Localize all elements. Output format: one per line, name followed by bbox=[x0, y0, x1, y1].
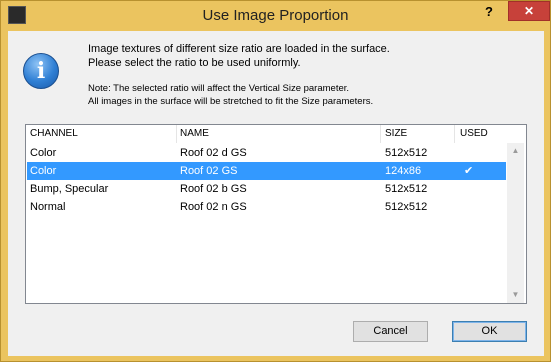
cell-channel: Normal bbox=[30, 201, 66, 213]
cell-size: 512x512 bbox=[385, 201, 428, 213]
window-title: Use Image Proportion bbox=[202, 7, 349, 24]
cell-name: Roof 02 d GS bbox=[180, 147, 247, 159]
cell-channel: Color bbox=[30, 165, 57, 177]
message-line-1: Image textures of different size ratio a… bbox=[88, 43, 390, 55]
cell-name: Roof 02 b GS bbox=[180, 183, 247, 195]
column-divider[interactable] bbox=[380, 125, 381, 143]
column-header-used[interactable]: USED bbox=[460, 125, 488, 143]
cell-name: Roof 02 GS bbox=[180, 165, 238, 177]
scroll-up-icon[interactable]: ▲ bbox=[507, 143, 524, 159]
table-row[interactable]: Normal Roof 02 n GS 512x512 bbox=[27, 198, 506, 216]
note-line-1: Note: The selected ratio will affect the… bbox=[88, 83, 350, 94]
close-button[interactable]: ✕ bbox=[508, 1, 550, 21]
table-row[interactable]: Bump, Specular Roof 02 b GS 512x512 bbox=[27, 180, 506, 198]
table-row[interactable]: Color Roof 02 d GS 512x512 bbox=[27, 144, 506, 162]
cell-channel: Bump, Specular bbox=[30, 183, 109, 195]
title-bar[interactable]: Use Image Proportion ? ✕ bbox=[1, 1, 550, 31]
dialog-window: Use Image Proportion ? ✕ i Image texture… bbox=[0, 0, 551, 362]
cancel-button[interactable]: Cancel bbox=[353, 321, 428, 342]
info-icon: i bbox=[23, 53, 59, 89]
column-header-channel[interactable]: CHANNEL bbox=[30, 125, 78, 143]
cell-size: 512x512 bbox=[385, 147, 428, 159]
cell-size: 512x512 bbox=[385, 183, 428, 195]
ok-button[interactable]: OK bbox=[452, 321, 527, 342]
column-divider[interactable] bbox=[454, 125, 455, 143]
table-row-selected[interactable]: Color Roof 02 GS 124x86 ✔ bbox=[27, 162, 506, 180]
column-divider[interactable] bbox=[176, 125, 177, 143]
column-header-size[interactable]: SIZE bbox=[385, 125, 407, 143]
scroll-down-icon[interactable]: ▼ bbox=[507, 287, 524, 303]
checkmark-icon: ✔ bbox=[464, 165, 474, 177]
note-line-2: All images in the surface will be stretc… bbox=[88, 96, 374, 107]
vertical-scrollbar[interactable]: ▲ ▼ bbox=[507, 143, 524, 303]
dialog-body: i Image textures of different size ratio… bbox=[8, 31, 544, 356]
cell-size: 124x86 bbox=[385, 165, 422, 177]
cell-channel: Color bbox=[30, 147, 57, 159]
cell-name: Roof 02 n GS bbox=[180, 201, 247, 213]
message-line-2: Please select the ratio to be used unifo… bbox=[88, 57, 301, 69]
texture-list[interactable]: CHANNEL NAME SIZE USED Color Roof 02 d G… bbox=[25, 124, 527, 304]
help-button[interactable]: ? bbox=[478, 2, 500, 22]
column-header-name[interactable]: NAME bbox=[180, 125, 209, 143]
